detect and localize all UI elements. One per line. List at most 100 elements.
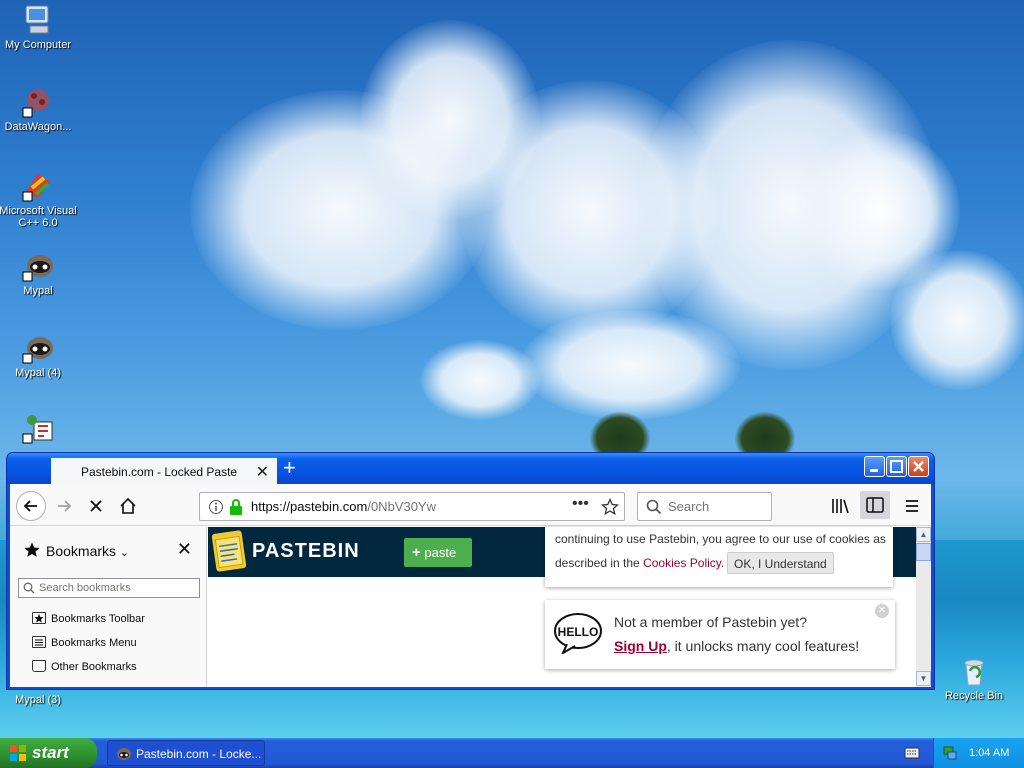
close-sidebar-icon[interactable]: ✕ <box>177 539 192 560</box>
navigation-toolbar: https://pastebin.com/0NbV30Yw ••• Search <box>10 484 931 526</box>
sidebar-title-text: Bookmarks <box>46 543 117 559</box>
bookmarks-menu-label: Bookmarks Menu <box>51 637 137 649</box>
star-icon <box>23 541 41 562</box>
home-button[interactable] <box>114 492 142 520</box>
cookie-accept-button[interactable]: OK, I Understand <box>727 552 834 574</box>
tab-pastebin[interactable]: Pastebin.com - Locked Paste ✕ <box>51 456 277 486</box>
stop-loading-button[interactable] <box>82 492 110 520</box>
visual-studio-icon <box>22 170 54 202</box>
other-bookmarks-label: Other Bookmarks <box>51 661 137 673</box>
keyboard-icon[interactable] <box>904 746 920 763</box>
sidebar-toggle-icon[interactable] <box>860 491 890 519</box>
bookmarks-toolbar-label: Bookmarks Toolbar <box>51 613 145 625</box>
close-window-button[interactable] <box>908 456 929 477</box>
system-tray: 1:04 AM <box>933 738 1024 768</box>
computer-icon <box>22 4 54 36</box>
toolbar-star-icon <box>32 612 46 624</box>
scroll-up-icon[interactable]: ▲ <box>916 527 931 542</box>
member-question: Not a member of Pastebin yet? <box>614 614 807 630</box>
scroll-thumb[interactable] <box>916 543 931 561</box>
bookmarks-menu-item[interactable]: Bookmarks Menu <box>32 636 137 649</box>
url-host: https://pastebin.com <box>251 499 368 514</box>
new-paste-button[interactable]: + paste <box>404 538 472 567</box>
sidebar-title[interactable]: Bookmarks ⌄ <box>46 543 129 559</box>
start-button[interactable]: start <box>0 738 97 768</box>
cloud <box>520 310 740 420</box>
forward-button[interactable] <box>50 492 78 520</box>
address-bar[interactable]: https://pastebin.com/0NbV30Yw ••• <box>199 492 625 521</box>
hello-badge-icon: HELLO <box>553 612 603 657</box>
start-label: start <box>32 743 69 762</box>
desktop-icon-partial[interactable] <box>0 412 78 447</box>
browser-client: https://pastebin.com/0NbV30Yw ••• Search <box>10 484 931 687</box>
desktop-icon-recycle-bin[interactable]: Recycle Bin <box>934 655 1014 702</box>
cookie-text-line-2-wrap: described in the Cookies Policy. <box>555 556 724 570</box>
library-icon[interactable] <box>830 496 850 519</box>
hello-badge-text: HELLO <box>558 625 599 639</box>
scroll-down-icon[interactable]: ▼ <box>916 671 931 686</box>
title-bar[interactable]: Pastebin.com - Locked Paste ✕ + <box>7 453 934 486</box>
desktop-icon-visual-cpp[interactable]: Microsoft Visual C++ 6.0 <box>0 170 78 229</box>
cookie-text-line-2: described in the <box>555 556 640 570</box>
close-promo-icon[interactable]: ✕ <box>875 604 889 618</box>
minimize-button[interactable] <box>864 456 885 477</box>
bookmark-star-icon[interactable] <box>600 497 620 519</box>
maximize-button[interactable] <box>886 456 907 477</box>
vertical-scrollbar[interactable]: ▲ ▼ <box>916 527 931 687</box>
desktop-icon-label: My Computer <box>4 39 72 51</box>
tab-title: Pastebin.com - Locked Paste <box>81 465 238 479</box>
member-line-2: Sign Up, it unlocks many cool features! <box>614 638 859 654</box>
desktop-icon-label: Mypal (4) <box>15 367 61 379</box>
network-icon[interactable] <box>942 745 958 764</box>
desktop-icon-label: Recycle Bin <box>944 690 1004 702</box>
back-button[interactable] <box>16 491 46 521</box>
recycle-bin-icon <box>958 655 990 687</box>
bookmarks-sidebar: Bookmarks ⌄ ✕ Search bookmarks Bookmarks… <box>10 527 207 687</box>
member-promo: HELLO Not a member of Pastebin yet? Sign… <box>545 600 895 669</box>
desktop-icon-datawagon[interactable]: DataWagon... <box>0 86 78 133</box>
pastebin-logo-icon[interactable] <box>211 530 247 572</box>
palm-tree <box>590 412 650 456</box>
page-actions-icon[interactable]: ••• <box>572 495 589 513</box>
browser-window: Pastebin.com - Locked Paste ✕ + https://… <box>6 452 935 690</box>
desktop-icon-label: Mypal <box>23 285 53 297</box>
pastebin-logo-text[interactable]: PASTEBIN <box>252 540 360 563</box>
desktop-icon-mypal-3[interactable]: Mypal (3) <box>0 694 78 706</box>
cookies-policy-link[interactable]: Cookies Policy <box>643 556 721 570</box>
raccoon-icon <box>116 746 132 765</box>
desktop-icon-label: Microsoft Visual C++ 6.0 <box>0 205 77 229</box>
desktop-icon-my-computer[interactable]: My Computer <box>0 4 78 51</box>
new-paste-label: paste <box>424 545 457 560</box>
folder-icon <box>32 660 46 672</box>
other-bookmarks-item[interactable]: Other Bookmarks <box>32 660 137 673</box>
cloud <box>890 250 1024 390</box>
close-tab-icon[interactable]: ✕ <box>256 462 269 482</box>
new-tab-icon[interactable]: + <box>283 455 296 481</box>
desktop-icon-label: DataWagon... <box>4 121 72 133</box>
lock-icon <box>228 498 244 519</box>
cookie-text-line-1: continuing to use Pastebin, you agree to… <box>555 532 886 546</box>
sign-up-link[interactable]: Sign Up <box>614 638 667 654</box>
taskbar-item-label: Pastebin.com - Locke... <box>136 747 262 761</box>
taskbar-item-pastebin[interactable]: Pastebin.com - Locke... <box>107 740 265 766</box>
desktop-icon-mypal-4[interactable]: Mypal (4) <box>0 332 78 379</box>
clock[interactable]: 1:04 AM <box>969 747 1009 759</box>
page-content: PASTEBIN + paste continuing to use Paste… <box>208 527 916 687</box>
search-bar[interactable]: Search <box>637 492 772 521</box>
cookie-notice: continuing to use Pastebin, you agree to… <box>545 527 893 587</box>
info-icon[interactable] <box>208 499 224 518</box>
palm-tree <box>735 412 795 456</box>
desktop-icon-label: Mypal (3) <box>15 694 61 706</box>
search-bookmarks-placeholder: Search bookmarks <box>39 582 131 594</box>
member-rest: , it unlocks many cool features! <box>666 638 860 654</box>
raccoon-icon <box>22 250 54 282</box>
cloud <box>420 340 540 420</box>
bookmarks-toolbar-item[interactable]: Bookmarks Toolbar <box>32 612 145 625</box>
taskbar: start Pastebin.com - Locke... 1:04 AM <box>0 738 1024 768</box>
search-bookmarks-input[interactable]: Search bookmarks <box>18 578 200 598</box>
plus-icon: + <box>412 544 421 561</box>
url-text: https://pastebin.com/0NbV30Yw <box>251 499 436 514</box>
menu-icon[interactable] <box>902 496 922 519</box>
raccoon-icon <box>22 332 54 364</box>
desktop-icon-mypal[interactable]: Mypal <box>0 250 78 297</box>
